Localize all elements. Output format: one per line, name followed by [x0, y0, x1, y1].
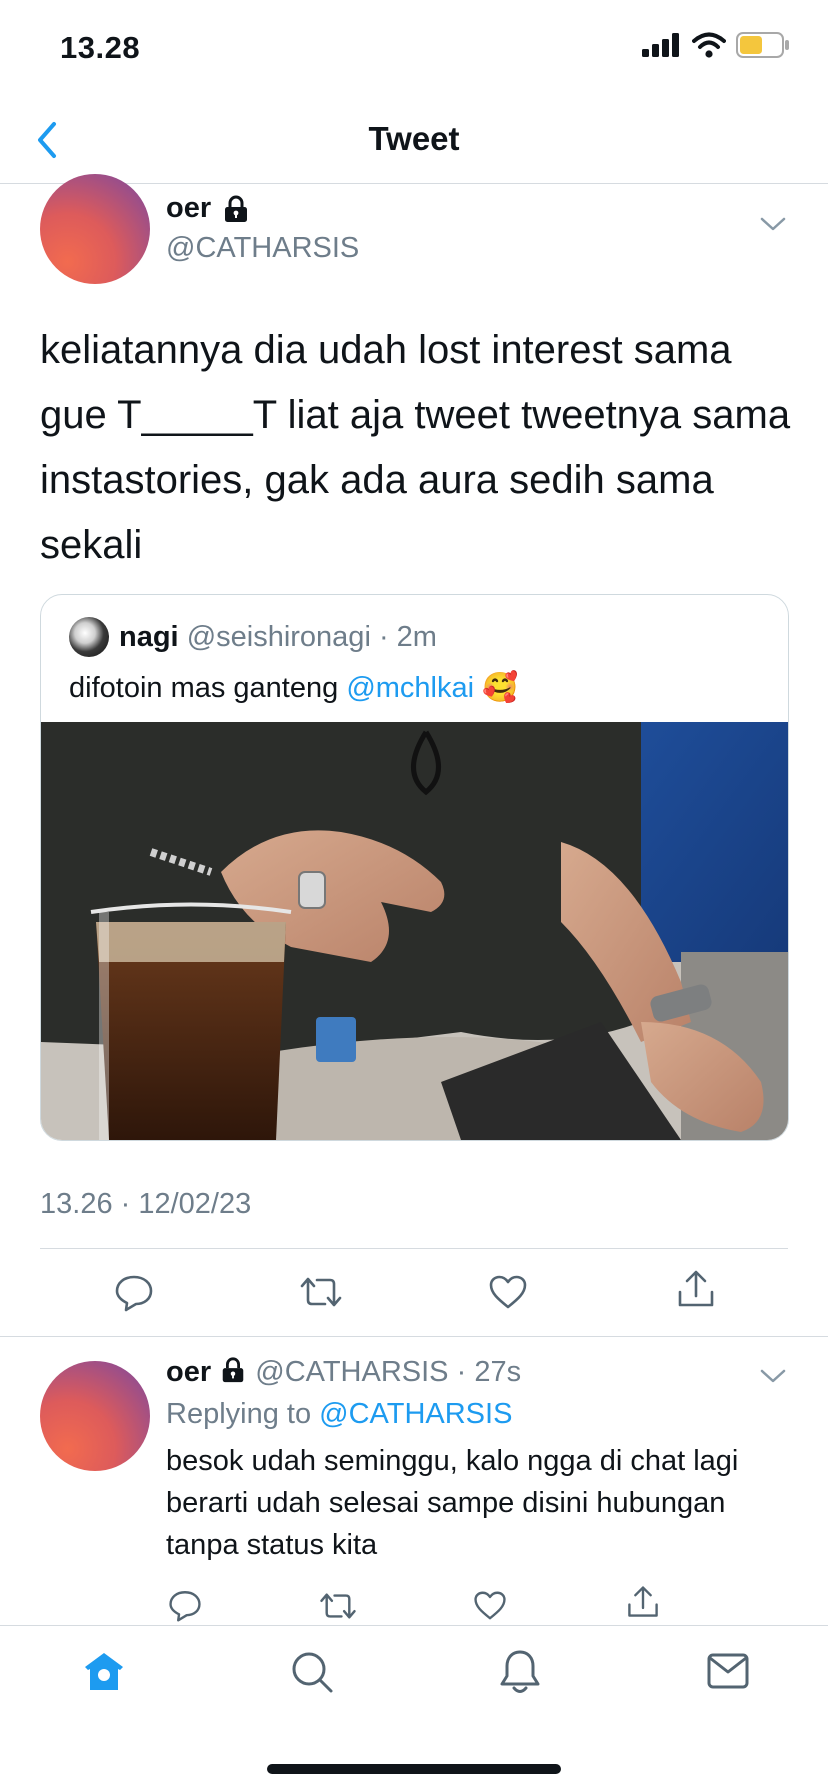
tab-home[interactable] — [82, 1650, 126, 1694]
chevron-down-icon — [760, 217, 786, 231]
quote-text: difotoin mas ganteng — [69, 672, 339, 704]
quote-emoji: 🥰 — [482, 672, 519, 704]
signal-icon — [642, 33, 679, 57]
tab-messages[interactable] — [706, 1652, 750, 1690]
quote-header: nagi @seishironagi · 2m — [119, 621, 437, 654]
reply-author-name[interactable]: oer — [166, 1356, 211, 1388]
quote-author-handle: @seishironagi — [186, 621, 371, 653]
quote-author-name: nagi — [119, 621, 179, 653]
replying-to-label: Replying to — [166, 1398, 312, 1430]
page-title: Tweet — [368, 120, 460, 157]
tweet-options-button[interactable] — [758, 214, 788, 234]
search-icon — [292, 1652, 333, 1693]
divider — [40, 1248, 788, 1249]
retweet-button[interactable] — [298, 1274, 344, 1310]
share-icon — [628, 1586, 658, 1617]
wifi-icon — [692, 32, 726, 58]
lock-icon — [225, 195, 248, 222]
photo-image — [41, 722, 788, 1140]
like-button[interactable] — [488, 1274, 528, 1310]
reply-text: besok udah seminggu, kalo ngga di chat l… — [166, 1445, 739, 1561]
home-indicator[interactable] — [267, 1764, 561, 1774]
tab-notifications[interactable] — [498, 1648, 542, 1696]
reply-share-button[interactable] — [626, 1584, 660, 1620]
reply-retweet-button[interactable] — [318, 1590, 358, 1622]
reply-author-avatar[interactable] — [40, 1361, 150, 1471]
status-icons — [642, 32, 790, 58]
quote-separator: · — [370, 621, 397, 653]
quote-avatar — [69, 617, 109, 657]
quote-text-row: difotoin mas ganteng @mchlkai 🥰 — [69, 671, 518, 705]
tab-bar — [0, 1626, 828, 1746]
tab-search[interactable] — [290, 1650, 334, 1694]
reply-icon — [169, 1591, 201, 1622]
reply-author-handle[interactable]: @CATHARSIS — [255, 1356, 448, 1388]
retweet-icon — [320, 1593, 356, 1619]
tweet-text: keliatannya dia udah lost interest sama … — [40, 328, 791, 567]
messages-icon — [707, 1653, 749, 1689]
status-time: 13.28 — [60, 30, 141, 65]
author-handle[interactable]: @CATHARSIS — [166, 232, 359, 265]
home-icon — [85, 1653, 123, 1690]
share-icon — [678, 1270, 714, 1307]
quoted-tweet[interactable]: nagi @seishironagi · 2m difotoin mas gan… — [40, 594, 789, 1141]
author-name: oer — [166, 192, 212, 224]
quote-mention-link[interactable]: @mchlkai — [346, 672, 474, 704]
quote-time: 2m — [396, 621, 437, 653]
reply-separator: · — [448, 1356, 475, 1388]
reply-button[interactable] — [114, 1272, 154, 1312]
reply-reply-button[interactable] — [168, 1588, 202, 1622]
lock-icon — [222, 1357, 244, 1383]
replying-to-line: Replying to @CATHARSIS — [166, 1398, 512, 1431]
reply-header: oer @CATHARSIS · 27s — [166, 1356, 521, 1389]
battery-icon — [736, 32, 789, 58]
reply-time: 27s — [474, 1356, 522, 1388]
reply-like-button[interactable] — [473, 1590, 507, 1621]
share-button[interactable] — [676, 1268, 716, 1310]
author-avatar[interactable] — [40, 174, 150, 284]
notifications-icon — [500, 1650, 540, 1693]
like-icon — [489, 1275, 527, 1309]
chevron-down-icon — [760, 1369, 786, 1383]
quote-photo[interactable] — [41, 722, 788, 1140]
author-name-row[interactable]: oer — [166, 192, 251, 225]
tweet-timestamp: 13.26 · 12/02/23 — [40, 1188, 252, 1220]
replying-to-link[interactable]: @CATHARSIS — [319, 1398, 512, 1430]
retweet-icon — [300, 1277, 342, 1307]
divider — [0, 1336, 828, 1337]
like-icon — [474, 1591, 506, 1620]
reply-options-button[interactable] — [758, 1366, 788, 1386]
reply-icon — [115, 1275, 153, 1312]
